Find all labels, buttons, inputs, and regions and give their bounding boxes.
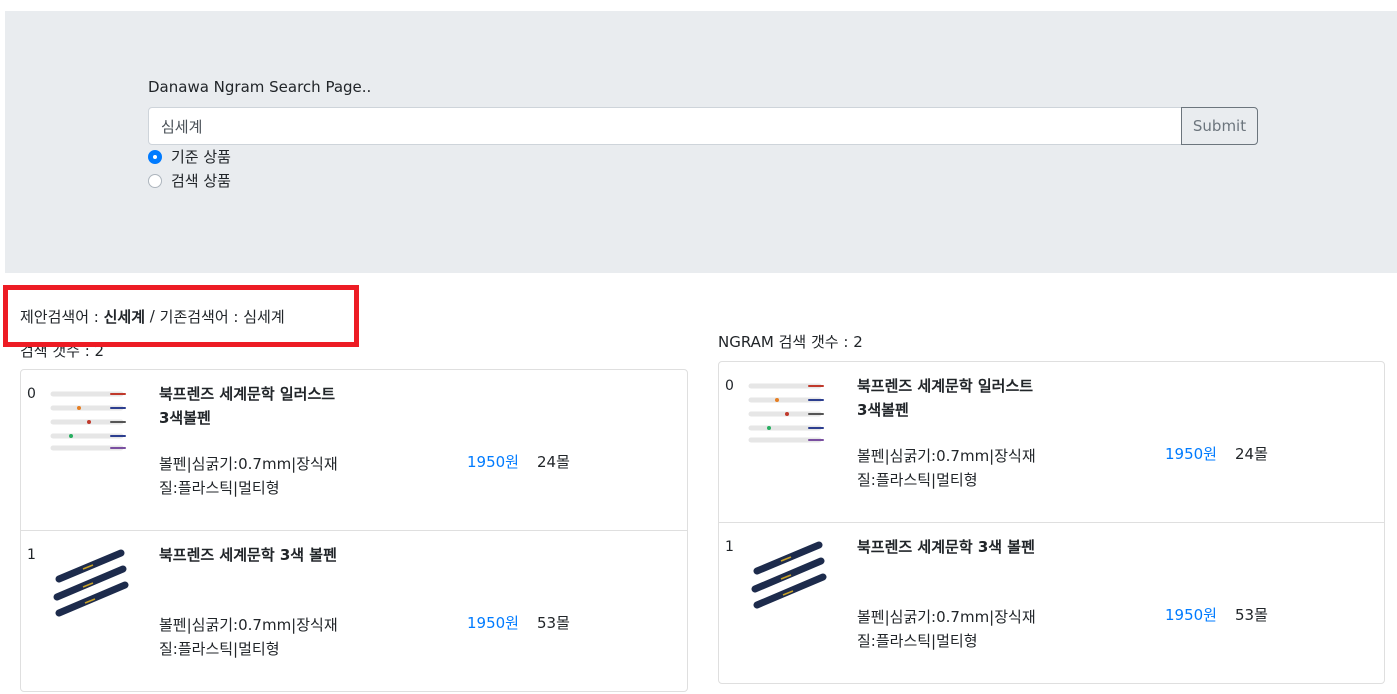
list-item[interactable]: 1 북프렌즈 세계문학 3색 볼펜 볼펜|심굵기:0.7mm|장식재질:플라스틱…	[719, 523, 1384, 683]
product-name[interactable]: 북프렌즈 세계문학 일러스트 3색볼펜	[857, 374, 1047, 422]
search-panel: Danawa Ngram Search Page.. Submit 기준 상품 …	[5, 11, 1397, 273]
product-name[interactable]: 북프렌즈 세계문학 3색 볼펜	[159, 543, 349, 567]
product-price[interactable]: 1950원	[467, 612, 519, 633]
radio-checked-icon[interactable]	[148, 149, 162, 164]
navy-pens-icon	[53, 549, 129, 617]
original-word: 심세계	[243, 307, 285, 326]
item-index: 1	[725, 539, 734, 555]
item-index: 0	[27, 386, 36, 402]
separator: /	[149, 307, 155, 325]
suggest-prefix: 제안검색어 :	[20, 307, 99, 326]
radio-label: 기준 상품	[171, 148, 231, 166]
list-item[interactable]: 0 북프렌즈 세계문학 일러스트 3색볼펜 볼펜|심굵기:0.7mm|장식재질:…	[21, 370, 687, 531]
submit-button[interactable]: Submit	[1181, 107, 1258, 145]
product-name[interactable]: 북프렌즈 세계문학 일러스트 3색볼펜	[159, 382, 349, 430]
radio-base-product[interactable]: 기준 상품	[148, 146, 231, 167]
white-pens-icon	[748, 383, 824, 443]
result-list: 0 북프렌즈 세계문학 일러스트 3색볼펜 볼펜|심굵기:0.7mm|장식재질:…	[718, 361, 1385, 684]
original-prefix: 기존검색어 :	[159, 307, 239, 326]
product-price[interactable]: 1950원	[1165, 443, 1217, 464]
mall-count: 53몰	[537, 614, 570, 632]
product-name[interactable]: 북프렌즈 세계문학 3색 볼펜	[857, 535, 1047, 559]
navy-pens-icon	[751, 541, 827, 609]
result-count: NGRAM 검색 갯수 : 2	[718, 333, 863, 351]
page-title: Danawa Ngram Search Page..	[148, 78, 372, 96]
mall-count: 53몰	[1235, 606, 1268, 624]
list-item[interactable]: 1 북프렌즈 세계문학 3색 볼펜 볼펜|심굵기:0.7mm|장식재질:플라스틱…	[21, 531, 687, 691]
white-pens-icon	[50, 391, 126, 451]
mall-count: 24몰	[537, 453, 570, 471]
radio-unchecked-icon[interactable]	[148, 173, 162, 188]
radio-label: 검색 상품	[171, 172, 231, 190]
product-price[interactable]: 1950원	[467, 451, 519, 472]
item-index: 1	[27, 547, 36, 563]
list-item[interactable]: 0 북프렌즈 세계문학 일러스트 3색볼펜 볼펜|심굵기:0.7mm|장식재질:…	[719, 362, 1384, 523]
product-desc: 볼펜|심굵기:0.7mm|장식재질:플라스틱|멀티형	[857, 447, 1036, 489]
product-price[interactable]: 1950원	[1165, 604, 1217, 625]
item-index: 0	[725, 378, 734, 394]
product-desc: 볼펜|심굵기:0.7mm|장식재질:플라스틱|멀티형	[159, 455, 338, 497]
product-desc: 볼펜|심굵기:0.7mm|장식재질:플라스틱|멀티형	[159, 616, 338, 658]
suggestion-box: 제안검색어 : 신세계 / 기존검색어 : 심세계	[3, 285, 359, 347]
mall-count: 24몰	[1235, 445, 1268, 463]
product-desc: 볼펜|심굵기:0.7mm|장식재질:플라스틱|멀티형	[857, 608, 1036, 650]
result-list: 0 북프렌즈 세계문학 일러스트 3색볼펜 볼펜|심굵기:0.7mm|장식재질:…	[20, 369, 688, 692]
suggest-word: 신세계	[103, 307, 146, 326]
radio-search-product[interactable]: 검색 상품	[148, 170, 231, 191]
search-input[interactable]	[148, 107, 1182, 145]
